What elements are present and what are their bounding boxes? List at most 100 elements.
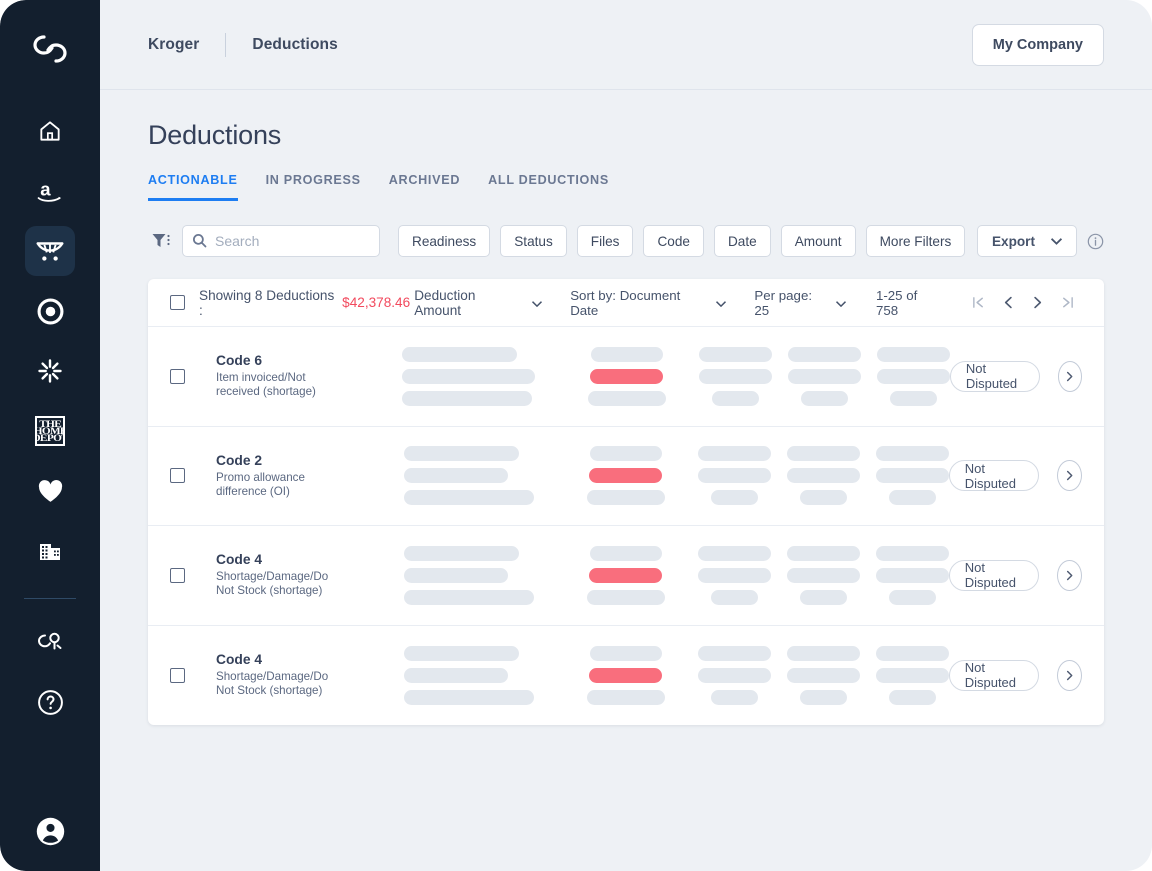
filter-chip-status[interactable]: Status bbox=[500, 225, 567, 257]
skeleton-bar bbox=[799, 689, 847, 705]
skeleton-column bbox=[403, 645, 534, 705]
pagination-next-button[interactable] bbox=[1023, 296, 1052, 309]
search-box[interactable] bbox=[182, 225, 380, 257]
my-company-button[interactable]: My Company bbox=[971, 23, 1104, 66]
sidebar-item-help[interactable] bbox=[25, 677, 75, 727]
skeleton-bar bbox=[875, 567, 949, 583]
skeleton-bar bbox=[403, 589, 534, 605]
row-checkbox[interactable] bbox=[170, 567, 185, 583]
skeleton-bar bbox=[711, 390, 759, 406]
row-description: Shortage/Damage/Do Not Stock (shortage) bbox=[216, 670, 329, 698]
tab-archived[interactable]: ARCHIVED bbox=[389, 173, 460, 201]
sidebar-item-home[interactable] bbox=[25, 106, 75, 156]
row-open-button[interactable] bbox=[1057, 360, 1082, 392]
row-description: Promo allowance difference (OI) bbox=[216, 470, 305, 498]
breadcrumb-separator bbox=[225, 32, 227, 57]
row-open-button[interactable] bbox=[1057, 659, 1083, 691]
chevron-right-icon bbox=[1067, 470, 1073, 481]
sidebar-account[interactable] bbox=[0, 816, 100, 847]
chevron-left-icon bbox=[1004, 296, 1012, 309]
sidebar-item-favorites[interactable] bbox=[25, 466, 75, 516]
skeleton-bar bbox=[786, 567, 860, 583]
sidebar-item-company[interactable] bbox=[25, 526, 75, 576]
skeleton-bar-highlight bbox=[589, 468, 663, 484]
pagination-last-button[interactable] bbox=[1053, 296, 1082, 309]
row-code-cell: Code 4 Shortage/Damage/Do Not Stock (shor… bbox=[216, 552, 349, 598]
row-open-button[interactable] bbox=[1057, 460, 1083, 492]
skeleton-bar bbox=[403, 446, 519, 462]
skeleton-bar bbox=[697, 446, 771, 462]
status-badge[interactable]: Not Disputed bbox=[948, 559, 1040, 591]
sort-by-dropdown[interactable]: Sort by: Document Date bbox=[570, 287, 727, 318]
sidebar-item-walmart[interactable] bbox=[25, 346, 75, 396]
sidebar-item-target[interactable] bbox=[25, 286, 75, 336]
per-page-label: Per page: 25 bbox=[754, 287, 813, 318]
skeleton-bar bbox=[403, 490, 534, 506]
last-page-icon bbox=[1062, 297, 1073, 308]
chevron-right-icon bbox=[1067, 670, 1073, 681]
topbar: Kroger Deductions My Company bbox=[100, 0, 1152, 90]
skeleton-bar bbox=[888, 490, 936, 506]
skeleton-bar bbox=[586, 689, 665, 705]
sidebar-item-home-depot[interactable]: THE HOME DEPOT bbox=[25, 406, 75, 456]
status-badge[interactable]: Not Disputed bbox=[948, 659, 1040, 691]
table-row[interactable]: Code 2 Promo allowance difference (OI) Not… bbox=[148, 427, 1104, 526]
skeleton-bar-highlight bbox=[590, 368, 664, 384]
deductions-table: Showing 8 Deductions : $42,378.46 Deduct… bbox=[148, 279, 1104, 725]
select-all-checkbox[interactable] bbox=[170, 295, 185, 310]
target-bullseye-icon bbox=[37, 298, 63, 324]
sidebar-item-amazon[interactable]: a bbox=[25, 166, 75, 216]
skeleton-column bbox=[697, 645, 771, 705]
row-checkbox[interactable] bbox=[170, 667, 185, 683]
table-row[interactable]: Code 6 Item invoiced/Not received (shorta… bbox=[148, 327, 1104, 427]
tab-actionable[interactable]: ACTIONABLE bbox=[148, 173, 238, 201]
filter-chip-more-filters[interactable]: More Filters bbox=[865, 225, 966, 257]
account-avatar-icon bbox=[36, 817, 64, 846]
table-body: Code 6 Item invoiced/Not received (shorta… bbox=[148, 327, 1104, 725]
row-open-button[interactable] bbox=[1057, 559, 1083, 591]
filter-chip-code[interactable]: Code bbox=[643, 225, 704, 257]
search-icon bbox=[192, 233, 207, 248]
status-badge[interactable]: Not Disputed bbox=[948, 460, 1040, 492]
export-label: Export bbox=[991, 233, 1035, 249]
filter-funnel-icon[interactable] bbox=[148, 232, 174, 250]
row-code: Code 6 bbox=[216, 353, 262, 369]
export-button[interactable]: Export bbox=[976, 225, 1077, 257]
filter-chip-files[interactable]: Files bbox=[576, 225, 634, 257]
row-checkbox[interactable] bbox=[170, 468, 185, 484]
filter-chip-amount[interactable]: Amount bbox=[780, 225, 856, 257]
brand-loop-logo-icon[interactable] bbox=[25, 24, 75, 74]
skeleton-bar bbox=[587, 390, 666, 406]
pagination-prev-button[interactable] bbox=[994, 296, 1023, 309]
skeleton-bar bbox=[799, 490, 847, 506]
table-row[interactable]: Code 4 Shortage/Damage/Do Not Stock (shor… bbox=[148, 626, 1104, 726]
skeleton-bar bbox=[786, 545, 860, 561]
breadcrumb-root[interactable]: Kroger bbox=[148, 36, 199, 54]
info-circle-icon[interactable] bbox=[1087, 233, 1104, 250]
amazon-logo-icon: a bbox=[37, 178, 61, 202]
skeleton-bar bbox=[403, 567, 508, 583]
filter-chip-date[interactable]: Date bbox=[713, 225, 771, 257]
summary-prefix: Showing 8 Deductions : bbox=[199, 287, 335, 318]
row-checkbox[interactable] bbox=[170, 368, 185, 384]
first-page-icon bbox=[973, 297, 984, 308]
skeleton-column bbox=[403, 545, 534, 605]
filter-chip-readiness[interactable]: Readiness bbox=[398, 225, 491, 257]
summary-metric-dropdown[interactable] bbox=[532, 295, 543, 310]
sort-by-label: Sort by: Document Date bbox=[570, 287, 681, 318]
skeleton-column bbox=[586, 545, 665, 605]
chevron-down-icon bbox=[1051, 237, 1062, 245]
status-badge[interactable]: Not Disputed bbox=[949, 360, 1040, 392]
sidebar-item-kroger[interactable] bbox=[25, 226, 75, 276]
sidebar: a THE HOME EPO bbox=[0, 0, 100, 871]
skeleton-bar bbox=[876, 346, 950, 362]
skeleton-column bbox=[875, 645, 949, 705]
table-row[interactable]: Code 4 Shortage/Damage/Do Not Stock (shor… bbox=[148, 526, 1104, 626]
tab-all-deductions[interactable]: ALL DEDUCTIONS bbox=[488, 173, 609, 201]
pagination-first-button[interactable] bbox=[964, 296, 993, 309]
skeleton-bar bbox=[697, 545, 771, 561]
sidebar-item-team[interactable] bbox=[25, 617, 75, 667]
search-input[interactable] bbox=[215, 233, 365, 249]
per-page-dropdown[interactable]: Per page: 25 bbox=[754, 288, 846, 318]
tab-in-progress[interactable]: IN PROGRESS bbox=[266, 173, 361, 201]
